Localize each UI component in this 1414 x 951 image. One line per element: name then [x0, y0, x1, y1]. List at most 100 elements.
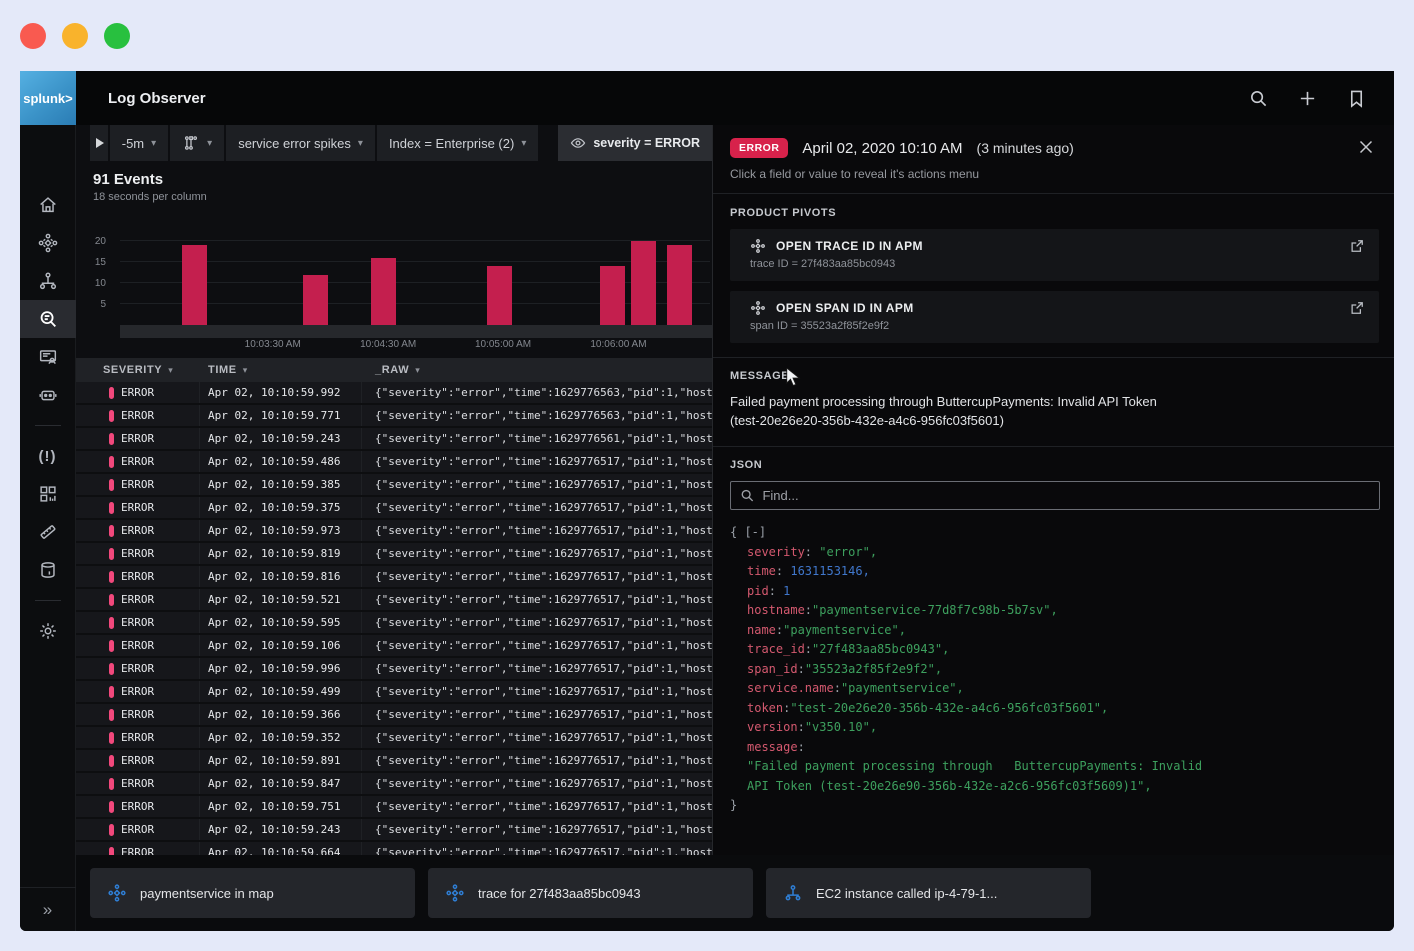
sidebar-collapse[interactable]: » [20, 887, 76, 931]
chart-bar[interactable] [303, 275, 328, 325]
index-filter-dropdown[interactable]: Index = Enterprise (2)▾ [377, 125, 538, 161]
chart-bar[interactable] [487, 266, 512, 325]
y-axis-tick: 10 [95, 278, 106, 289]
table-row[interactable]: ERRORApr 02, 10:10:59.106{"severity":"er… [76, 635, 712, 658]
json-line[interactable]: version:"v350.10", [730, 718, 1377, 738]
json-line[interactable]: severity: "error", [730, 543, 1377, 563]
json-line[interactable]: time: 1631153146, [730, 562, 1377, 582]
sidebar-item-alerts[interactable]: (!) [20, 437, 76, 475]
table-row[interactable]: ERRORApr 02, 10:10:59.486{"severity":"er… [76, 451, 712, 474]
message-line[interactable]: (test-20e26e20-356b-432e-a4c6-956fc03f56… [730, 411, 1200, 430]
add-icon[interactable] [1297, 88, 1317, 108]
search-icon [740, 488, 754, 503]
json-line[interactable]: service.name:"paymentservice", [730, 679, 1377, 699]
table-row[interactable]: ERRORApr 02, 10:10:59.499{"severity":"er… [76, 681, 712, 704]
column-header-time[interactable]: TIME▾ [200, 364, 362, 376]
json-line[interactable]: message: [730, 738, 1377, 758]
table-row[interactable]: ERRORApr 02, 10:10:59.996{"severity":"er… [76, 658, 712, 681]
sidebar-item-automation[interactable] [20, 376, 76, 414]
json-line[interactable]: API Token (test-20e26e90-356b-432e-a2c6-… [730, 777, 1377, 797]
table-row[interactable]: ERRORApr 02, 10:10:59.973{"severity":"er… [76, 520, 712, 543]
sidebar-item-infrastructure[interactable] [20, 262, 76, 300]
time-range-dropdown[interactable]: -5m▾ [110, 125, 168, 161]
log-observer-icon [37, 308, 59, 330]
severity-filter-chip[interactable]: severity = ERROR [558, 125, 712, 161]
sidebar-item-rum[interactable] [20, 513, 76, 551]
table-row[interactable]: ERRORApr 02, 10:10:59.243{"severity":"er… [76, 819, 712, 842]
json-line[interactable]: "Failed payment processing through Butte… [730, 757, 1377, 777]
json-line[interactable]: token:"test-20e26e20-356b-432e-a4c6-956f… [730, 699, 1377, 719]
table-row[interactable]: ERRORApr 02, 10:10:59.595{"severity":"er… [76, 612, 712, 635]
external-link-icon[interactable] [1348, 299, 1366, 317]
table-row[interactable]: ERRORApr 02, 10:10:59.891{"severity":"er… [76, 750, 712, 773]
table-row[interactable]: ERRORApr 02, 10:10:59.992{"severity":"er… [76, 382, 712, 405]
json-find-box[interactable] [730, 481, 1380, 510]
close-window-icon[interactable] [20, 23, 46, 49]
related-content-ec2-button[interactable]: EC2 instance called ip-4-79-1... [766, 868, 1091, 918]
table-row[interactable]: ERRORApr 02, 10:10:59.819{"severity":"er… [76, 543, 712, 566]
chart-bar[interactable] [371, 258, 396, 325]
json-line[interactable]: } [730, 796, 1377, 816]
time-value: Apr 02, 10:10:59.891 [200, 750, 362, 771]
message-line[interactable]: Failed payment processing through Butter… [730, 392, 1200, 411]
table-row[interactable]: ERRORApr 02, 10:10:59.243{"severity":"er… [76, 428, 712, 451]
table-row[interactable]: ERRORApr 02, 10:10:59.664{"severity":"er… [76, 842, 712, 855]
json-line[interactable]: trace_id:"27f483aa85bc0943", [730, 640, 1377, 660]
raw-value: {"severity":"error","time":1629776517,"p… [362, 497, 712, 518]
sidebar-item-data-management[interactable] [20, 551, 76, 589]
table-row[interactable]: ERRORApr 02, 10:10:59.352{"severity":"er… [76, 727, 712, 750]
splunk-logo[interactable]: splunk> [20, 71, 76, 125]
sidebar-item-dashboards[interactable] [20, 338, 76, 376]
time-value: Apr 02, 10:10:59.243 [200, 819, 362, 840]
column-header-raw[interactable]: _RAW▾ [362, 364, 712, 376]
chart-x-axis: 10:03:30 AM10:04:30 AM10:05:00 AM10:06:0… [120, 325, 712, 338]
sidebar-item-settings[interactable] [20, 612, 76, 650]
sidebar-item-log-observer[interactable] [20, 300, 76, 338]
table-row[interactable]: ERRORApr 02, 10:10:59.385{"severity":"er… [76, 474, 712, 497]
table-row[interactable]: ERRORApr 02, 10:10:59.816{"severity":"er… [76, 566, 712, 589]
table-row[interactable]: ERRORApr 02, 10:10:59.771{"severity":"er… [76, 405, 712, 428]
saved-query-dropdown[interactable]: ▾ [170, 125, 224, 161]
play-button[interactable] [90, 125, 108, 161]
json-line[interactable]: span_id:"35523a2f85f2e9f2", [730, 660, 1377, 680]
sidebar-item-metrics[interactable] [20, 475, 76, 513]
bookmark-icon[interactable] [1346, 88, 1366, 108]
table-row[interactable]: ERRORApr 02, 10:10:59.366{"severity":"er… [76, 704, 712, 727]
table-row[interactable]: ERRORApr 02, 10:10:59.847{"severity":"er… [76, 773, 712, 796]
chart-bar[interactable] [182, 245, 207, 325]
actions-hint: Click a field or value to reveal it's ac… [730, 167, 1378, 181]
infrastructure-icon [37, 270, 59, 292]
json-line[interactable]: { [-] [730, 523, 1377, 543]
chart-bar[interactable] [600, 266, 625, 325]
alerts-icon: (!) [39, 448, 57, 465]
ruler-icon [37, 521, 59, 543]
table-row[interactable]: ERRORApr 02, 10:10:59.375{"severity":"er… [76, 497, 712, 520]
chart-bar[interactable] [667, 245, 692, 325]
sidebar-item-home[interactable] [20, 186, 76, 224]
close-icon[interactable] [1358, 139, 1376, 157]
related-content-trace-button[interactable]: trace for 27f483aa85bc0943 [428, 868, 753, 918]
raw-value: {"severity":"error","time":1629776517,"p… [362, 566, 712, 587]
sidebar-item-apm[interactable] [20, 224, 76, 262]
time-value: Apr 02, 10:10:59.595 [200, 612, 362, 633]
table-row[interactable]: ERRORApr 02, 10:10:59.751{"severity":"er… [76, 796, 712, 819]
json-line[interactable]: name:"paymentservice", [730, 621, 1377, 641]
open-span-in-apm-card[interactable]: OPEN SPAN ID IN APM span ID = 35523a2f85… [730, 291, 1379, 343]
open-trace-in-apm-card[interactable]: OPEN TRACE ID IN APM trace ID = 27f483aa… [730, 229, 1379, 281]
related-content-map-button[interactable]: paymentservice in map [90, 868, 415, 918]
chevron-down-icon: ▾ [358, 138, 363, 149]
gridline [120, 240, 710, 241]
json-line[interactable]: hostname:"paymentservice-77d8f7c98b-5b7s… [730, 601, 1377, 621]
column-header-severity[interactable]: SEVERITY▾ [76, 364, 200, 376]
json-find-input[interactable] [762, 488, 1370, 503]
chart-bar[interactable] [631, 241, 656, 325]
external-link-icon[interactable] [1348, 237, 1366, 255]
severity-value: ERROR [121, 800, 154, 813]
search-icon[interactable] [1248, 88, 1268, 108]
table-row[interactable]: ERRORApr 02, 10:10:59.521{"severity":"er… [76, 589, 712, 612]
query-name-dropdown[interactable]: service error spikes▾ [226, 125, 375, 161]
minimize-window-icon[interactable] [62, 23, 88, 49]
severity-pill [109, 686, 114, 698]
maximize-window-icon[interactable] [104, 23, 130, 49]
json-line[interactable]: pid: 1 [730, 582, 1377, 602]
